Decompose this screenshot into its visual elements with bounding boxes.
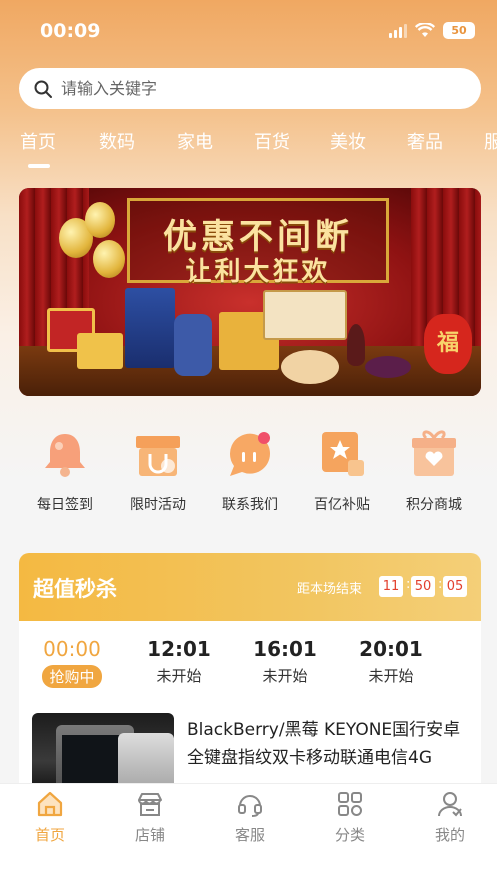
nut-bowl-icon [281, 350, 339, 384]
tabbar-profile[interactable]: 我的 [410, 790, 490, 845]
countdown-separator: : [406, 577, 411, 592]
promo-banner[interactable]: 福 优惠不间断 让利大狂欢 [19, 188, 481, 396]
status-time: 00:09 [40, 20, 101, 42]
tab-label: 我的 [434, 826, 465, 844]
tabbar-home[interactable]: 首页 [10, 790, 90, 845]
flash-sale-header: 超值秒杀 距本场结束 11 : 50 : 05 [19, 553, 481, 621]
search-input[interactable] [61, 79, 441, 98]
category-tabs: 首页 数码 家电 百货 美妆 奢品 服 [0, 128, 497, 168]
tab-clothing[interactable]: 服 [484, 128, 497, 154]
home-icon [37, 791, 63, 817]
slot-time: 16:01 [253, 637, 317, 661]
countdown-minutes: 50 [411, 576, 435, 597]
search-icon [34, 80, 52, 98]
slot-status-badge: 抢购中 [42, 665, 102, 688]
tab-luxury[interactable]: 奢品 [407, 128, 443, 154]
headset-icon [238, 795, 262, 817]
quick-item-contact[interactable]: 联系我们 [204, 420, 296, 514]
quick-label: 每日签到 [37, 497, 93, 513]
gift-box-icon [130, 426, 186, 482]
search-bar[interactable] [19, 68, 481, 109]
grid-icon [338, 792, 362, 816]
banner-title-box: 优惠不间断 让利大狂欢 [127, 198, 389, 287]
time-slot[interactable]: 12:01 未开始 [129, 637, 229, 686]
grapes-icon [365, 356, 411, 378]
quick-menu: 每日签到 限时活动 联系我们 百亿补贴 积分商城 [0, 420, 497, 520]
store-icon [138, 793, 162, 816]
countdown-separator: : [438, 577, 443, 592]
balloon-icon [93, 240, 125, 278]
flash-sale-card: 超值秒杀 距本场结束 11 : 50 : 05 00:00 抢购中 12:01 … [19, 553, 481, 793]
product-title[interactable]: BlackBerry/黑莓 KEYONE国行安卓全键盘指纹双卡移动联通电信4G [187, 716, 472, 772]
quick-item-points-mall[interactable]: 积分商城 [388, 420, 480, 514]
flash-sale-title: 超值秒杀 [33, 577, 117, 601]
time-slot-active[interactable]: 00:00 抢购中 [22, 637, 122, 688]
tab-home[interactable]: 首页 [20, 128, 56, 168]
gift-heart-icon [406, 426, 462, 482]
wifi-icon [415, 23, 435, 37]
tab-label: 分类 [334, 826, 365, 844]
chat-bubble-icon [222, 426, 278, 482]
banner-subheadline: 让利大狂欢 [185, 257, 331, 287]
product-image[interactable] [32, 713, 174, 793]
tab-beauty[interactable]: 美妆 [330, 128, 366, 154]
time-slot[interactable]: 16:01 未开始 [235, 637, 335, 686]
user-icon [438, 792, 462, 817]
slot-time: 12:01 [147, 637, 211, 661]
tab-appliances[interactable]: 家电 [177, 128, 213, 154]
gift-box-icon [77, 333, 123, 369]
product-box-icon [263, 290, 347, 340]
lucky-bag-icon: 福 [424, 314, 472, 374]
quick-item-checkin[interactable]: 每日签到 [19, 420, 111, 514]
quick-item-subsidy[interactable]: 百亿补贴 [296, 420, 388, 514]
wine-glass-icon [347, 324, 365, 366]
tabbar-service[interactable]: 客服 [210, 790, 290, 845]
time-slot[interactable]: 20:01 未开始 [341, 637, 441, 686]
star-thumb-icon [314, 426, 370, 482]
tabbar-category[interactable]: 分类 [310, 790, 390, 845]
slot-status: 未开始 [156, 667, 202, 685]
tab-label: 客服 [234, 826, 265, 844]
bell-icon [37, 426, 93, 482]
snack-bag-icon [174, 314, 212, 376]
bottom-tab-bar: 首页 店铺 客服 分类 我的 [0, 783, 497, 883]
status-icons: 50 [389, 22, 475, 39]
quick-item-flash-activity[interactable]: 限时活动 [112, 420, 204, 514]
quick-label: 百亿补贴 [314, 497, 370, 513]
tab-label: 首页 [34, 826, 65, 844]
status-bar: 00:09 50 [0, 0, 497, 60]
balloon-icon [85, 202, 115, 238]
quick-label: 限时活动 [130, 497, 186, 513]
signal-icon [389, 23, 407, 38]
quick-label: 积分商城 [406, 497, 462, 513]
countdown-seconds: 05 [443, 576, 467, 597]
countdown-label: 距本场结束 [297, 582, 363, 597]
tab-label: 店铺 [134, 826, 165, 844]
slot-status: 未开始 [368, 667, 414, 685]
tabbar-store[interactable]: 店铺 [110, 790, 190, 845]
product-box-icon [125, 288, 175, 368]
countdown-hours: 11 [379, 576, 403, 597]
slot-status: 未开始 [262, 667, 308, 685]
slot-time: 20:01 [359, 637, 423, 661]
tab-digital[interactable]: 数码 [99, 128, 135, 154]
slot-time: 00:00 [43, 637, 101, 661]
tab-general-goods[interactable]: 百货 [254, 128, 290, 154]
quick-label: 联系我们 [222, 497, 278, 513]
battery-indicator: 50 [443, 22, 475, 39]
